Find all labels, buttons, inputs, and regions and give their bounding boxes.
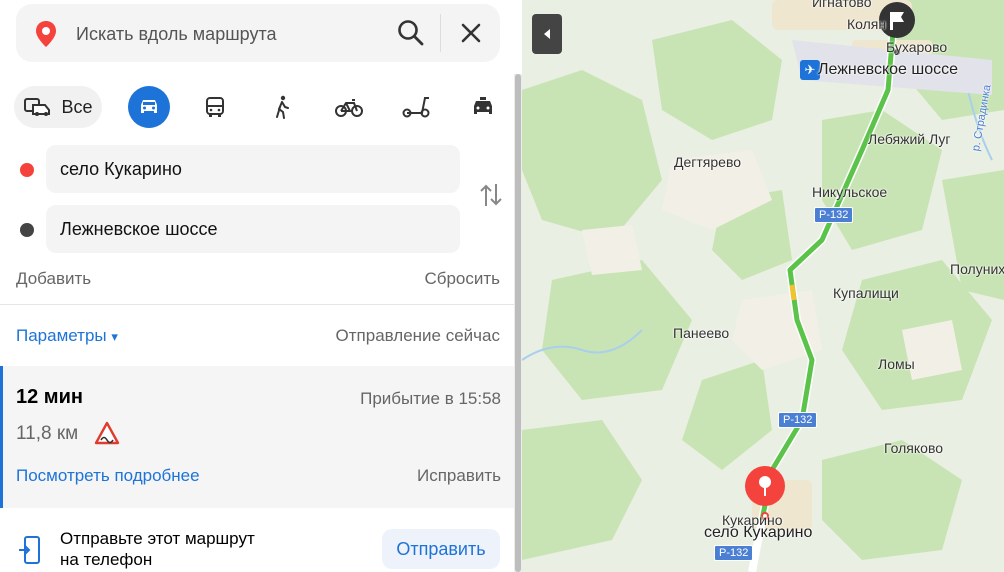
scrollbar-thumb[interactable] xyxy=(515,74,521,572)
phone-icon xyxy=(19,536,40,564)
send-text-line2: на телефон xyxy=(60,550,153,569)
panel-scrollbar[interactable] xyxy=(514,74,522,572)
airport-icon: ✈ xyxy=(800,60,820,80)
departure-time-link[interactable]: Отправление сейчас xyxy=(336,326,500,346)
mode-all-button[interactable]: Все xyxy=(14,86,102,128)
walk-icon xyxy=(276,95,289,119)
scooter-icon xyxy=(402,97,430,118)
arrival-time: Прибытие в 15:58 xyxy=(360,389,501,408)
fix-route-link[interactable]: Исправить xyxy=(417,466,501,486)
chevron-down-icon: ▾ xyxy=(111,329,118,344)
bus-icon xyxy=(206,97,224,117)
route-details-link[interactable]: Посмотреть подробнее xyxy=(16,466,200,486)
send-to-phone-section: Отправьте этот маршрут на телефон Отправ… xyxy=(0,508,516,572)
origin-field[interactable]: село Кукарино xyxy=(46,145,460,193)
road-badge: Р-132 xyxy=(814,207,854,223)
mode-scooter-button[interactable] xyxy=(395,86,437,128)
map-label-ignatovo: Игнатово xyxy=(812,0,872,10)
chevron-left-icon xyxy=(544,29,550,39)
route-line xyxy=(759,19,897,521)
map-label-lomy: Ломы xyxy=(878,356,915,372)
route-search-bar[interactable]: Искать вдоль маршрута xyxy=(16,4,500,62)
map-label-lebyazhiy: Лебяжий Луг xyxy=(868,131,951,147)
map-label-degtyarevo: Дегтярево xyxy=(674,154,742,170)
mode-bus-button[interactable] xyxy=(194,86,236,128)
swap-icon[interactable] xyxy=(478,180,504,210)
destination-field[interactable]: Лежневское шоссе xyxy=(46,205,460,253)
map-label-golyakovo: Голяково xyxy=(884,440,944,456)
route-distance: 11,8 км xyxy=(16,423,79,444)
divider xyxy=(0,304,516,305)
road-badge: Р-132 xyxy=(714,545,754,561)
transport-modes: Все xyxy=(14,86,504,128)
reset-route-link[interactable]: Сбросить xyxy=(424,269,500,289)
map-label-kupalishchi: Купалищи xyxy=(833,285,899,301)
map-label-nikulskoe: Никульское xyxy=(812,184,888,200)
map-label-polunikh: Полуних xyxy=(950,261,1004,277)
add-waypoint-link[interactable]: Добавить xyxy=(16,269,91,289)
route-result-card[interactable]: 12 мин Прибытие в 15:58 11,8 км Посмотре… xyxy=(0,366,516,508)
parameters-toggle[interactable]: Параметры ▾ xyxy=(16,326,118,346)
route-slow-segment xyxy=(789,284,797,301)
road-hazard-icon xyxy=(94,421,120,445)
parameters-label: Параметры xyxy=(16,326,107,345)
route-duration: 12 мин xyxy=(16,386,83,408)
mode-walk-button[interactable] xyxy=(261,86,303,128)
mode-car-button[interactable] xyxy=(128,86,170,128)
send-text-line1: Отправьте этот маршрут xyxy=(60,529,255,548)
location-pin-icon xyxy=(36,21,56,47)
mode-taxi-button[interactable] xyxy=(462,86,504,128)
search-icon[interactable] xyxy=(396,18,426,48)
destination-marker xyxy=(20,223,34,237)
map-label-lezhnevskoe[interactable]: Лежневское шоссе xyxy=(818,61,958,79)
collapse-panel-button[interactable] xyxy=(532,14,562,54)
selected-route-indicator xyxy=(0,366,3,508)
taxi-icon xyxy=(474,97,492,114)
close-icon[interactable] xyxy=(458,20,484,46)
search-divider xyxy=(440,14,441,52)
all-transport-icon xyxy=(24,98,51,116)
road-badge: Р-132 xyxy=(778,412,818,428)
origin-marker xyxy=(20,163,34,177)
map-view[interactable]: ✈ Игнатово Колян Бухарово Лежневское шос… xyxy=(522,0,1004,572)
bicycle-icon xyxy=(335,99,363,117)
map-label-bukharovo: Бухарово xyxy=(886,39,948,55)
map-label-kolyan: Колян xyxy=(847,16,887,32)
map-label-paneevo: Панеево xyxy=(673,325,730,341)
car-icon xyxy=(141,100,157,113)
mode-all-label: Все xyxy=(61,96,93,117)
mode-bike-button[interactable] xyxy=(328,86,370,128)
send-button[interactable]: Отправить xyxy=(382,529,500,569)
route-panel: Искать вдоль маршрута Все село Кукарино … xyxy=(0,0,522,572)
map-label-kukarino[interactable]: село Кукарино xyxy=(704,524,812,542)
search-placeholder[interactable]: Искать вдоль маршрута xyxy=(76,24,277,45)
